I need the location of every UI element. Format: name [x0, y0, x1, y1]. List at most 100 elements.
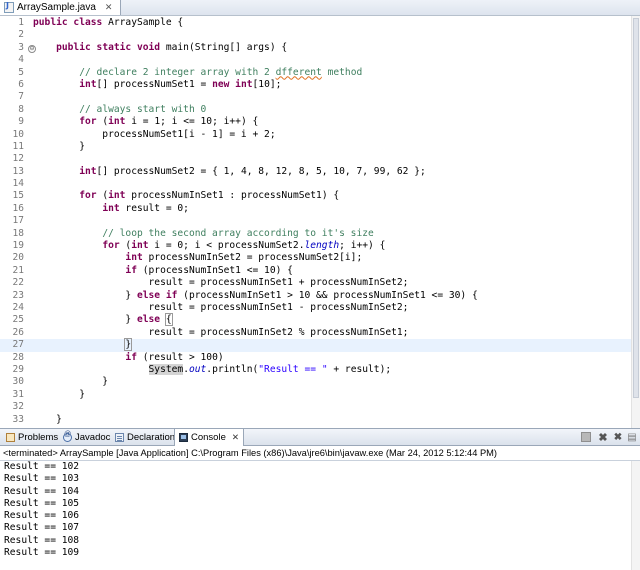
console-output-line: Result == 102 — [4, 461, 80, 472]
code-text: for (int processNumInSet1 : processNumSe… — [79, 190, 340, 202]
code-line[interactable]: 6 int[] processNumSet1 = new int[10]; — [0, 79, 640, 91]
line-number: 13 — [12, 165, 24, 177]
line-number: 3 — [18, 41, 24, 53]
code-line[interactable]: 28 if (result > 100) — [0, 352, 640, 364]
code-text: for (int i = 0; i < processNumSet2.lengt… — [102, 240, 386, 252]
code-area[interactable]: 1 public class ArraySample {2 3 ⊖ public st… — [0, 17, 640, 426]
editor-body[interactable]: 1 public class ArraySample {2 3 ⊖ public st… — [0, 16, 640, 428]
tab-declaration[interactable]: Declaration — [111, 429, 175, 445]
console-output[interactable]: Result == 102 Result == 103 Result == 104 R… — [0, 461, 632, 559]
tab-problems[interactable]: Problems — [2, 429, 58, 445]
line-number: 5 — [18, 66, 24, 78]
editor-tab-bar: ArraySample.java ✕ — [0, 0, 640, 16]
code-text: // declare 2 integer array with 2 dffere… — [79, 66, 363, 78]
line-number: 16 — [12, 202, 24, 214]
line-number: 6 — [18, 78, 24, 90]
code-text: public static void main(String[] args) { — [56, 41, 288, 53]
code-line[interactable]: 7 — [0, 91, 640, 103]
close-icon[interactable]: ✕ — [232, 432, 239, 443]
code-text: } — [33, 388, 85, 400]
code-line[interactable]: 33 } — [0, 414, 640, 426]
code-line[interactable]: 22 result = processNumInSet1 + processNu… — [0, 277, 640, 289]
line-number: 7 — [18, 91, 24, 103]
console-process-label: <terminated> ArraySample [Java Applicati… — [0, 446, 640, 461]
line-number: 32 — [12, 401, 24, 413]
javadoc-icon — [63, 431, 72, 442]
code-line[interactable]: 3 ⊖ public static void main(String[] args… — [0, 42, 640, 54]
tab-problems-label: Problems — [18, 431, 59, 443]
code-text: } — [33, 413, 62, 425]
line-number: 26 — [12, 326, 24, 338]
code-line[interactable]: 12 — [0, 153, 640, 165]
console-panel: Problems Javadoc Declaration Console ✕ ✖… — [0, 429, 640, 570]
code-line[interactable]: 27 } — [0, 338, 640, 352]
code-line[interactable]: 18 // loop the second array according to… — [0, 228, 640, 240]
line-number: 14 — [12, 178, 24, 190]
tab-console-label: Console — [191, 432, 226, 443]
close-icon[interactable]: ✕ — [105, 2, 113, 13]
code-line[interactable]: 23 } else if (processNumInSet1 > 10 && p… — [0, 290, 640, 302]
code-text: } else { — [33, 313, 173, 327]
code-line[interactable]: 15 for (int processNumInSet1 : processNu… — [0, 190, 640, 202]
line-number: 18 — [12, 227, 24, 239]
problems-icon — [6, 432, 15, 442]
code-line[interactable]: 5 // declare 2 integer array with 2 dffe… — [0, 67, 640, 79]
line-number: 22 — [12, 277, 24, 289]
code-text: // loop the second array according to it… — [102, 227, 374, 239]
code-line[interactable]: 21 if (processNumInSet1 <= 10) { — [0, 265, 640, 277]
declaration-icon — [115, 432, 124, 442]
code-line[interactable]: 8 // always start with 0 — [0, 104, 640, 116]
line-number: 24 — [12, 301, 24, 313]
console-output-line: Result == 108 — [4, 534, 80, 546]
console-output-line: Result == 109 — [4, 547, 80, 559]
terminate-icon[interactable] — [580, 431, 592, 443]
code-line[interactable]: 31 } — [0, 389, 640, 401]
line-number: 10 — [12, 128, 24, 140]
tab-javadoc[interactable]: Javadoc — [59, 429, 110, 445]
line-number: 29 — [12, 363, 24, 375]
code-text: } — [33, 376, 109, 388]
code-line[interactable]: 32 — [0, 401, 640, 413]
code-line[interactable]: 19 for (int i = 0; i < processNumSet2.le… — [0, 240, 640, 252]
tab-console[interactable]: Console ✕ — [174, 429, 244, 446]
code-line[interactable]: 2 — [0, 29, 640, 41]
code-line[interactable]: 30 } — [0, 376, 640, 388]
line-number: 20 — [12, 252, 24, 264]
code-line[interactable]: 20 int processNumInSet2 = processNumSet2… — [0, 252, 640, 264]
console-output-line: Result == 105 — [4, 497, 80, 509]
line-number: 23 — [12, 289, 24, 301]
console-vertical-scrollbar[interactable] — [631, 461, 640, 570]
code-line[interactable]: 24 result = processNumInSet1 - processNu… — [0, 302, 640, 314]
console-output-line: Result == 103 — [4, 473, 80, 485]
remove-all-terminated-icon[interactable]: ✖ — [612, 431, 624, 443]
code-line[interactable]: 29 System.out.println("Result == " + res… — [0, 363, 640, 376]
code-text: int processNumInSet2 = processNumSet2[i]… — [125, 252, 363, 264]
line-number: 28 — [12, 351, 24, 363]
tab-declaration-label: Declaration — [127, 431, 176, 443]
code-line[interactable]: 26 result = processNumInSet2 % processNu… — [0, 327, 640, 339]
code-line[interactable]: 10 processNumSet1[i - 1] = i + 2; — [0, 129, 640, 141]
code-line[interactable]: 25 } else { — [0, 313, 640, 327]
code-text: } — [124, 338, 133, 352]
editor-tab-arraysample[interactable]: ArraySample.java ✕ — [0, 0, 121, 15]
code-line[interactable]: 4 — [0, 54, 640, 66]
code-line[interactable]: 11 } — [0, 141, 640, 153]
line-number: 12 — [12, 153, 24, 165]
code-line[interactable]: 14 — [0, 178, 640, 190]
line-number: 33 — [12, 413, 24, 425]
code-text: for (int i = 1; i <= 10; i++) { — [79, 116, 259, 128]
scrollbar-thumb[interactable] — [633, 18, 639, 398]
code-line[interactable]: 13 int[] processNumSet2 = { 1, 4, 8, 12,… — [0, 166, 640, 178]
editor-vertical-scrollbar[interactable] — [631, 16, 640, 428]
code-line[interactable]: 1 public class ArraySample { — [0, 17, 640, 29]
panel-tab-bar: Problems Javadoc Declaration Console ✕ ✖… — [0, 429, 640, 446]
code-line[interactable]: 17 — [0, 215, 640, 227]
clear-console-icon[interactable]: ▤ — [626, 431, 638, 443]
code-line[interactable]: 9 for (int i = 1; i <= 10; i++) { — [0, 116, 640, 128]
code-text: } — [33, 140, 85, 152]
code-text: if (processNumInSet1 <= 10) { — [125, 264, 293, 276]
line-number: 1 — [18, 17, 24, 28]
code-line[interactable]: 16 int result = 0; — [0, 203, 640, 215]
code-editor[interactable]: ArraySample.java ✕ 1 public class ArraySa… — [0, 0, 640, 429]
remove-launch-icon[interactable]: ✖ — [597, 431, 609, 444]
